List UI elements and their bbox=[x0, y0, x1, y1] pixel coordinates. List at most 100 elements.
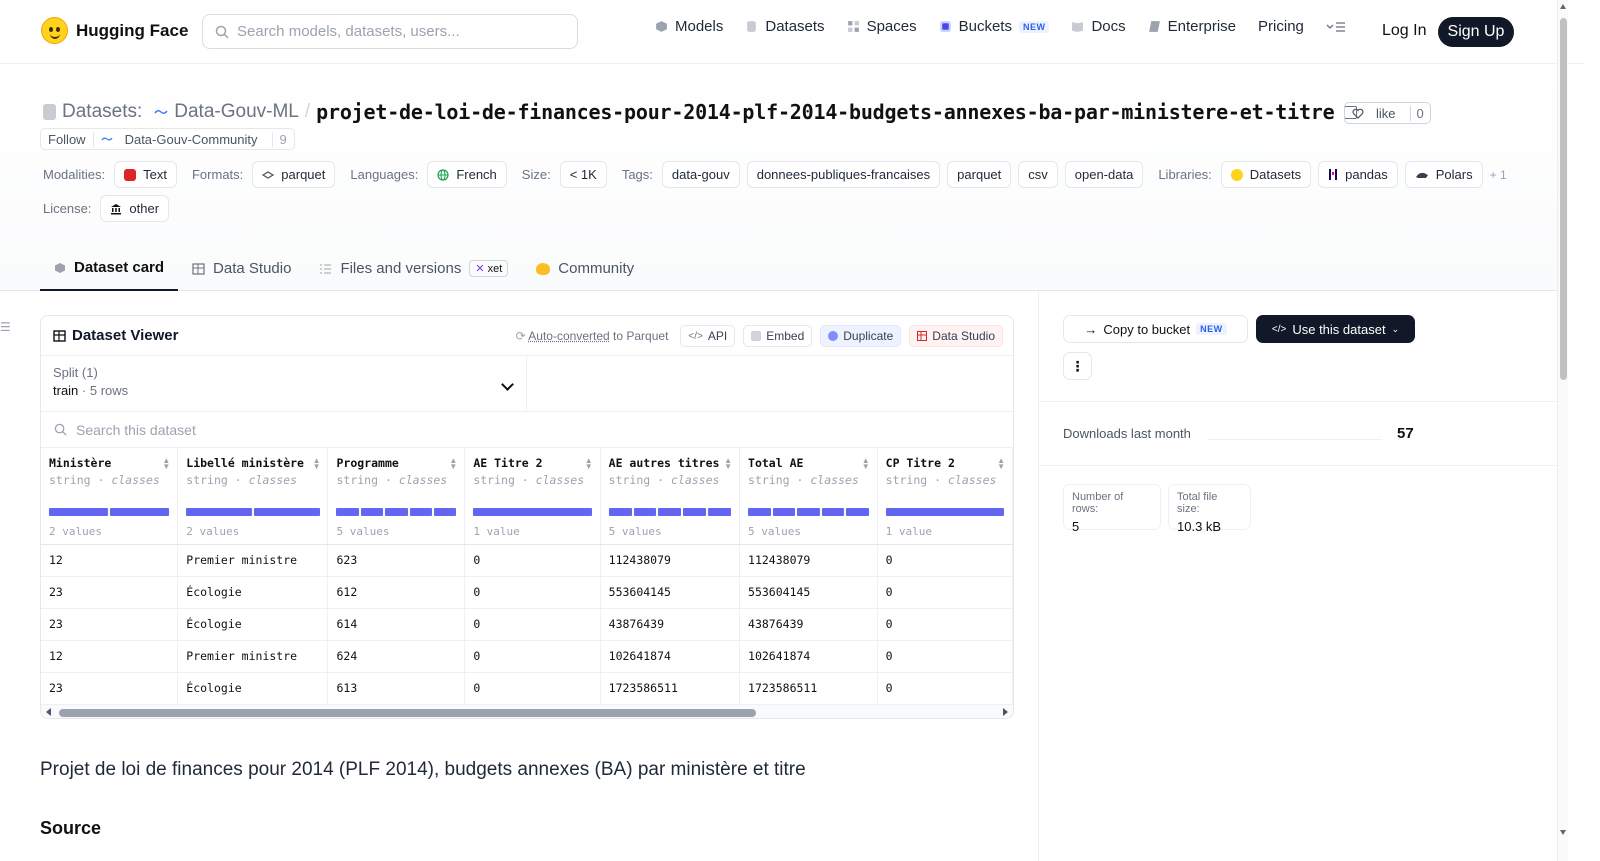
distribution-bar[interactable] bbox=[49, 508, 109, 516]
distribution-bar[interactable] bbox=[633, 508, 657, 516]
login-link[interactable]: Log In bbox=[1382, 22, 1426, 40]
use-this-dataset-button[interactable]: </> Use this dataset ⌄ bbox=[1256, 315, 1415, 343]
tag-lib-polars[interactable]: Polars bbox=[1404, 161, 1483, 188]
distribution-bar[interactable] bbox=[821, 508, 845, 516]
nav-link-pricing[interactable]: Pricing bbox=[1258, 18, 1304, 35]
distribution-bar[interactable] bbox=[110, 508, 170, 516]
scroll-down-arrow-icon[interactable] bbox=[1560, 830, 1566, 835]
sort-icon[interactable]: ▲ ▼ bbox=[585, 457, 593, 471]
column-header[interactable]: CP Titre 2 string · classes ▲ ▼ 1 value bbox=[877, 448, 1013, 545]
tab-dataset-card[interactable]: Dataset card bbox=[40, 246, 179, 291]
table-row[interactable]: 12 Premier ministre 624 0 102641874 102641874… bbox=[41, 640, 1013, 673]
distribution-bar[interactable] bbox=[608, 508, 632, 516]
tag-french[interactable]: French bbox=[427, 161, 507, 188]
datasets-breadcrumb[interactable]: Datasets: bbox=[62, 101, 142, 123]
tag-size[interactable]: < 1K bbox=[559, 161, 607, 188]
split-selector[interactable]: Split (1) train · 5 rows bbox=[41, 356, 527, 411]
tag-csv[interactable]: csv bbox=[1018, 161, 1058, 188]
column-header[interactable]: AE Titre 2 string · classes ▲ ▼ 1 value bbox=[464, 448, 601, 545]
nav-link-models[interactable]: Models bbox=[655, 18, 723, 35]
distribution-bar[interactable] bbox=[658, 508, 682, 516]
scroll-up-arrow-icon[interactable] bbox=[1560, 4, 1566, 9]
tag-lib-pandas[interactable]: pandas bbox=[1318, 161, 1398, 188]
tag-license[interactable]: other bbox=[100, 195, 170, 222]
signup-button[interactable]: Sign Up bbox=[1438, 17, 1514, 47]
brand-logo[interactable]: Hugging Face bbox=[41, 17, 188, 44]
tag-lib-datasets[interactable]: Datasets bbox=[1220, 161, 1312, 188]
nav-link-label: Docs bbox=[1091, 18, 1126, 35]
sort-icon[interactable]: ▲ ▼ bbox=[997, 457, 1005, 471]
distribution-bar[interactable] bbox=[708, 508, 732, 516]
table-row[interactable]: 12 Premier ministre 623 0 112438079 112438079… bbox=[41, 544, 1013, 577]
column-header[interactable]: Libellé ministère string · classes ▲ ▼ 2 val… bbox=[177, 448, 329, 545]
tag-parquet[interactable]: parquet bbox=[252, 161, 336, 188]
sort-icon[interactable]: ▲ ▼ bbox=[162, 457, 170, 471]
tag-open-data[interactable]: open-data bbox=[1064, 161, 1144, 188]
tag-text[interactable]: Text bbox=[114, 161, 177, 188]
scroll-left-arrow-icon[interactable] bbox=[46, 708, 51, 716]
distribution-bar[interactable] bbox=[186, 508, 252, 516]
distribution-bar[interactable] bbox=[360, 508, 384, 516]
nav-link-datasets[interactable]: Datasets bbox=[745, 18, 825, 35]
org-link[interactable]: Data-Gouv-ML bbox=[174, 101, 299, 123]
auto-converted-link[interactable]: Auto-converted bbox=[528, 329, 609, 343]
more-options-button[interactable]: ⋮ bbox=[1063, 352, 1092, 380]
follow-button[interactable]: Follow Data-Gouv-Community 9 bbox=[40, 128, 295, 150]
tag-parquet-2[interactable]: parquet bbox=[947, 161, 1012, 188]
tag-donnees-publiques[interactable]: donnees-publiques-francaises bbox=[746, 161, 941, 188]
page-scrollbar[interactable] bbox=[1557, 0, 1568, 861]
nav-link-enterprise[interactable]: Enterprise bbox=[1148, 18, 1236, 35]
horizontal-scroll-thumb[interactable] bbox=[59, 709, 756, 717]
nav-link-buckets[interactable]: Buckets NEW bbox=[939, 18, 1050, 35]
column-header[interactable]: AE autres titres string · classes ▲ ▼ 5 valu… bbox=[600, 448, 741, 545]
tag-data-gouv[interactable]: data-gouv bbox=[661, 161, 740, 188]
nav-link-docs[interactable]: Docs bbox=[1071, 18, 1126, 35]
horizontal-scrollbar[interactable] bbox=[41, 704, 1013, 718]
xet-badge-label: xet bbox=[487, 263, 503, 275]
tab-files-and-versions[interactable]: Files and versions ✕ xet bbox=[305, 246, 522, 291]
table-row[interactable]: 23 Écologie 614 0 43876439 43876439 0 bbox=[41, 608, 1013, 641]
libraries-more[interactable]: + 1 bbox=[1490, 168, 1507, 182]
scroll-right-arrow-icon[interactable] bbox=[1003, 708, 1008, 716]
sort-icon[interactable]: ▲ ▼ bbox=[313, 457, 321, 471]
api-button[interactable]: </> API bbox=[680, 325, 736, 347]
nav-link-spaces[interactable]: Spaces bbox=[847, 18, 917, 35]
distribution-bar[interactable] bbox=[253, 508, 320, 516]
page-scroll-thumb[interactable] bbox=[1560, 18, 1567, 380]
duplicate-button[interactable]: Duplicate bbox=[820, 325, 902, 347]
tab-data-studio[interactable]: Data Studio bbox=[178, 246, 305, 291]
column-header[interactable]: Ministère string · classes ▲ ▼ 2 values bbox=[41, 448, 179, 545]
data-studio-button[interactable]: Data Studio bbox=[909, 325, 1003, 347]
distribution-bar[interactable] bbox=[409, 508, 432, 516]
dataset-search-input[interactable] bbox=[76, 421, 476, 438]
distribution-bar[interactable] bbox=[885, 508, 1004, 516]
sort-icon[interactable]: ▲ ▼ bbox=[862, 457, 870, 471]
nav-more-menu[interactable] bbox=[1326, 21, 1346, 33]
sidebar-toggle-icon[interactable]: ☰ bbox=[0, 320, 11, 334]
distribution-bar[interactable] bbox=[846, 508, 869, 516]
sort-icon[interactable]: ▲ ▼ bbox=[724, 457, 732, 471]
distribution-bar[interactable] bbox=[433, 508, 457, 516]
global-search[interactable] bbox=[202, 14, 578, 49]
embed-icon bbox=[751, 331, 762, 341]
column-header[interactable]: Total AE string · classes ▲ ▼ 5 values bbox=[739, 448, 878, 545]
distribution-bar[interactable] bbox=[385, 508, 408, 516]
tab-community[interactable]: Community bbox=[522, 246, 648, 291]
like-button[interactable]: like 0 bbox=[1344, 102, 1431, 124]
dataset-search[interactable] bbox=[41, 412, 1013, 448]
search-icon bbox=[54, 423, 67, 436]
right-panel: → Copy to bucket NEW </> Use this datase… bbox=[1038, 291, 1558, 861]
copy-to-bucket-button[interactable]: → Copy to bucket NEW bbox=[1063, 315, 1248, 343]
distribution-bar[interactable] bbox=[772, 508, 796, 516]
distribution-bar[interactable] bbox=[683, 508, 707, 516]
embed-button[interactable]: Embed bbox=[743, 325, 813, 347]
distribution-bar[interactable] bbox=[473, 508, 592, 516]
global-search-input[interactable] bbox=[237, 23, 557, 40]
distribution-bar[interactable] bbox=[797, 508, 820, 516]
distribution-bar[interactable] bbox=[748, 508, 771, 516]
column-header[interactable]: Programme string · classes ▲ ▼ 5 values bbox=[327, 448, 466, 545]
table-row[interactable]: 23 Écologie 612 0 553604145 553604145 0 bbox=[41, 576, 1013, 609]
distribution-bar[interactable] bbox=[336, 508, 359, 516]
table-row[interactable]: 23 Écologie 613 0 1723586511 1723586511 0 bbox=[41, 672, 1013, 704]
sort-icon[interactable]: ▲ ▼ bbox=[449, 457, 457, 471]
